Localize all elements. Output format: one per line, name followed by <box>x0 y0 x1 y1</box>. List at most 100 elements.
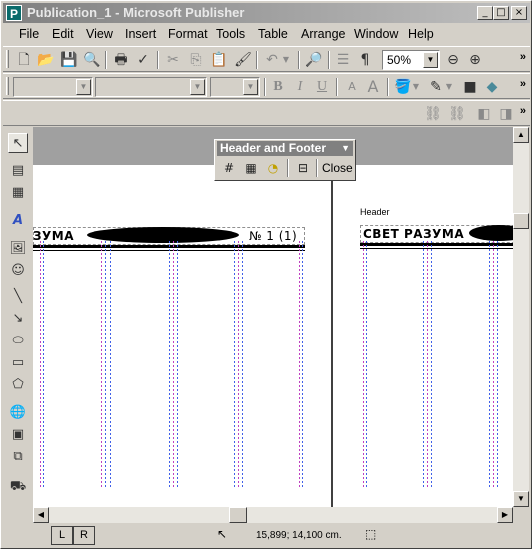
copy-icon[interactable]: ⎘ <box>187 51 205 69</box>
insert-table-icon[interactable]: ▦ <box>8 183 28 203</box>
oval-icon[interactable]: ⬭ <box>8 331 28 351</box>
shadow-icon[interactable]: ■ <box>461 78 479 96</box>
header-footer-close-button[interactable]: Close <box>322 161 353 175</box>
minimize-button[interactable]: _ <box>477 6 493 20</box>
new-icon[interactable]: 🗋 <box>15 51 33 69</box>
next-frame-icon[interactable]: ◨ <box>497 105 515 123</box>
scroll-left-icon[interactable]: ◀ <box>33 507 49 523</box>
picture-frame-icon[interactable]: 🖼 <box>8 239 28 259</box>
hot-spot-icon[interactable]: 🌐 <box>8 403 28 423</box>
chevron-down-icon[interactable]: ▼ <box>341 141 350 156</box>
increase-font-size-icon[interactable]: A <box>364 78 382 96</box>
publication-workspace[interactable]: ЗУМА № 1 (1) Header СВЕТ РАЗУМА <box>33 127 513 507</box>
print-icon[interactable]: 🖶 <box>112 51 130 69</box>
publisher-app-icon[interactable]: P <box>6 5 22 21</box>
scroll-down-icon[interactable]: ▼ <box>513 491 529 507</box>
horizontal-scroll-thumb[interactable] <box>229 507 247 523</box>
toolbar-options-icon[interactable]: » <box>520 105 526 117</box>
toolbar-grip[interactable] <box>6 50 9 68</box>
toolbar-separator <box>316 159 318 177</box>
autoshapes-icon[interactable]: ⬠ <box>8 375 28 395</box>
previous-frame-icon[interactable]: ◧ <box>475 105 493 123</box>
open-icon[interactable]: 📂 <box>37 51 55 69</box>
print-preview-icon[interactable]: 🔍 <box>83 51 101 69</box>
toolbar-options-icon[interactable]: » <box>520 51 526 63</box>
close-button[interactable]: × <box>511 6 527 20</box>
3d-style-icon[interactable]: ◆ <box>483 78 501 96</box>
undo-icon[interactable]: ↶ <box>263 51 281 69</box>
cut-icon[interactable]: ✂ <box>164 51 182 69</box>
menu-arrange[interactable]: Arrange <box>301 27 345 41</box>
line-icon[interactable]: ╲ <box>8 287 28 307</box>
underline-button[interactable]: U <box>313 78 331 96</box>
horizontal-scrollbar[interactable]: ◀ ▶ <box>33 507 513 523</box>
text-box-icon[interactable]: ▤ <box>8 161 28 181</box>
web-preview-icon[interactable]: 🔎 <box>305 51 323 69</box>
menu-table[interactable]: Table <box>258 27 288 41</box>
font-select[interactable]: ▼ <box>95 77 207 97</box>
menu-edit[interactable]: Edit <box>52 27 74 41</box>
insert-page-number-icon[interactable]: # <box>219 159 239 178</box>
font-size-select[interactable]: ▼ <box>210 77 260 97</box>
insert-time-icon[interactable]: ◔ <box>263 159 283 178</box>
rectangle-icon[interactable]: ▭ <box>8 353 28 373</box>
style-select[interactable]: ▼ <box>13 77 93 97</box>
arrow-icon[interactable]: ↘ <box>8 309 28 329</box>
clip-organizer-icon[interactable]: ☺ <box>8 261 28 281</box>
chevron-down-icon[interactable]: ▼ <box>243 79 258 95</box>
issue-number-left: № 1 (1) <box>249 229 298 243</box>
spelling-icon[interactable]: ✓ <box>134 51 152 69</box>
break-link-icon[interactable]: ⛓ <box>448 105 466 123</box>
page-left[interactable]: ЗУМА № 1 (1) <box>33 165 331 507</box>
menu-help[interactable]: Help <box>408 27 434 41</box>
wordart-icon[interactable]: A <box>8 211 28 231</box>
show-header-footer-icon[interactable]: ⊟ <box>293 159 313 178</box>
menu-insert[interactable]: Insert <box>125 27 156 41</box>
form-control-icon[interactable]: ▣ <box>8 425 28 445</box>
line-color-icon[interactable]: ✎ <box>427 78 445 96</box>
page-tab-left[interactable]: L <box>51 526 73 545</box>
column-guide <box>299 241 300 487</box>
chevron-down-icon[interactable]: ▼ <box>76 79 91 95</box>
header-footer-toolbar: Header and Footer ▼ # ▦ ◔ ⊟ Close <box>214 139 356 181</box>
save-icon[interactable]: 💾 <box>60 51 78 69</box>
scroll-up-icon[interactable]: ▲ <box>513 127 529 143</box>
scroll-right-icon[interactable]: ▶ <box>497 507 513 523</box>
format-painter-icon[interactable]: 🖌 <box>234 51 252 69</box>
toolbar-options-icon[interactable]: » <box>520 78 526 90</box>
chevron-down-icon[interactable]: ▼ <box>444 78 454 96</box>
columns-icon[interactable]: ☰ <box>334 51 352 69</box>
column-guide <box>101 241 102 487</box>
select-pointer-icon[interactable]: ↖ <box>8 133 28 153</box>
menu-window[interactable]: Window <box>354 27 398 41</box>
page-tab-right[interactable]: R <box>73 526 95 545</box>
insert-date-icon[interactable]: ▦ <box>241 159 261 178</box>
chevron-down-icon[interactable]: ▼ <box>423 52 438 68</box>
toolbar-grip[interactable] <box>6 77 9 95</box>
undo-dropdown-icon[interactable]: ▼ <box>281 51 291 69</box>
chevron-down-icon[interactable]: ▼ <box>190 79 205 95</box>
bold-button[interactable]: B <box>269 78 287 96</box>
zoom-out-icon[interactable]: ⊖ <box>444 51 462 69</box>
zoom-in-icon[interactable]: ⊕ <box>466 51 484 69</box>
header-footer-title-bar[interactable]: Header and Footer ▼ <box>217 141 353 156</box>
vertical-scrollbar[interactable]: ▲ ▼ <box>513 127 529 507</box>
zoom-select[interactable]: 50% ▼ <box>382 50 440 70</box>
menu-view[interactable]: View <box>86 27 113 41</box>
vertical-scroll-thumb[interactable] <box>513 213 529 229</box>
menu-file[interactable]: File <box>19 27 39 41</box>
maximize-button[interactable]: □ <box>493 6 509 20</box>
connect-frames-icon[interactable]: ⛓ <box>424 105 442 123</box>
paste-icon[interactable]: 📋 <box>210 51 228 69</box>
title-bar[interactable]: P Publication_1 - Microsoft Publisher _ … <box>3 3 530 23</box>
italic-button[interactable]: I <box>291 78 309 96</box>
column-guide <box>43 241 44 487</box>
paragraph-marks-icon[interactable]: ¶ <box>356 51 374 69</box>
design-gallery-icon[interactable]: ⛟ <box>8 477 28 497</box>
chevron-down-icon[interactable]: ▼ <box>411 78 421 96</box>
html-fragment-icon[interactable]: ⧉ <box>8 447 28 467</box>
decrease-font-size-icon[interactable]: A <box>343 78 361 96</box>
menu-tools[interactable]: Tools <box>216 27 245 41</box>
fill-color-icon[interactable]: 🪣 <box>394 78 412 96</box>
menu-format[interactable]: Format <box>168 27 208 41</box>
